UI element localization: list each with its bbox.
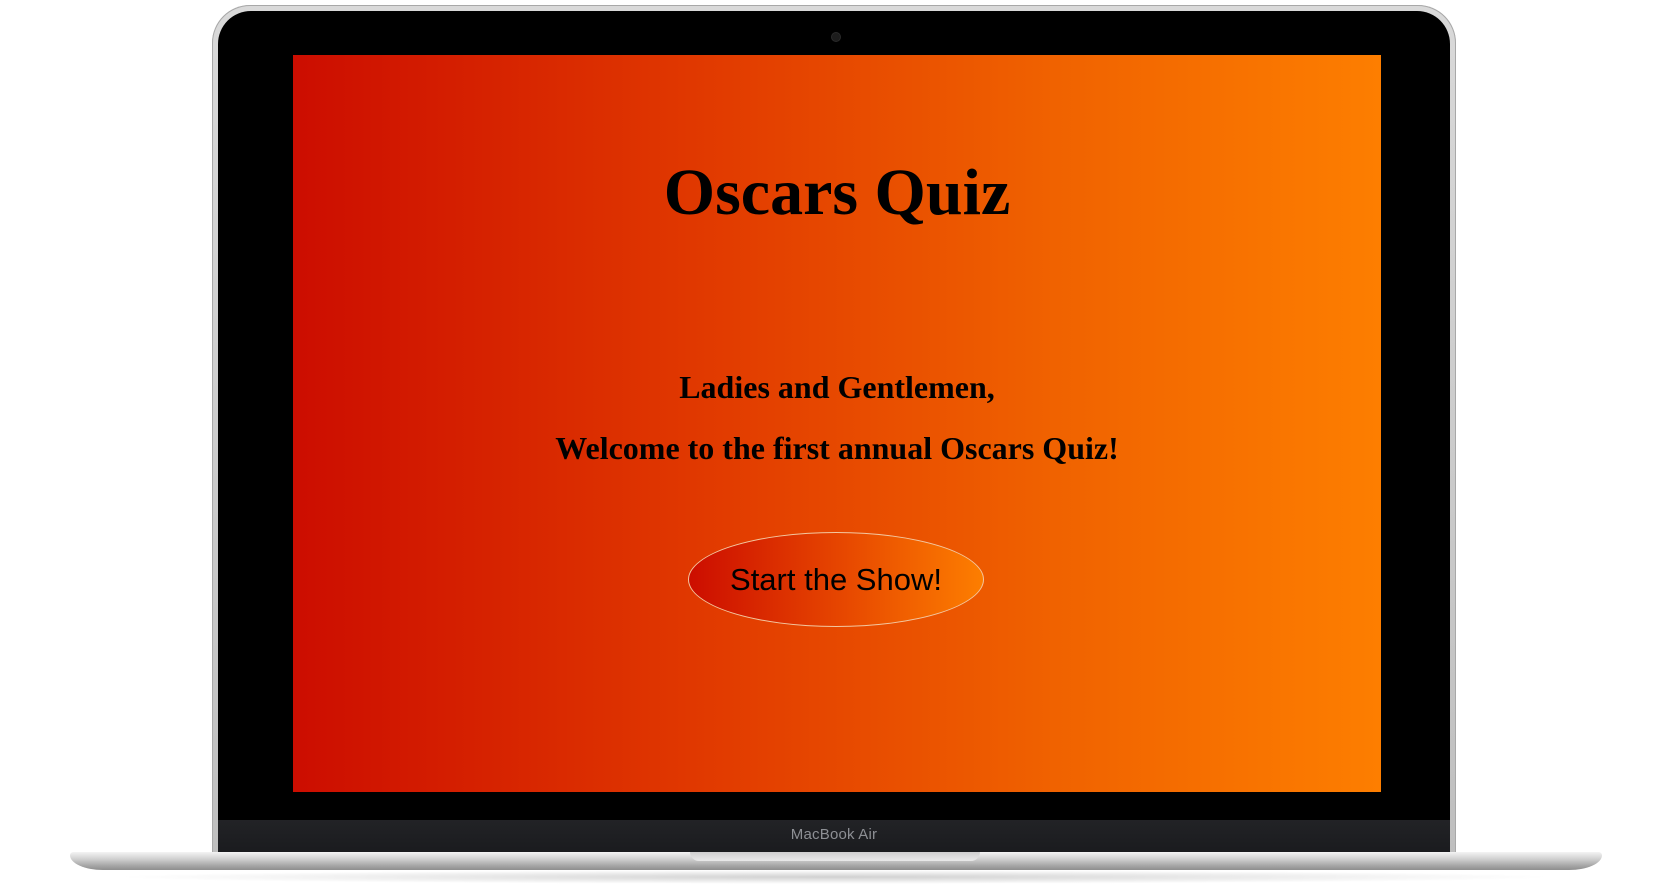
camera-icon	[832, 33, 840, 41]
page-title: Oscars Quiz	[663, 156, 1011, 229]
laptop-mockup: Oscars Quiz Ladies and Gentlemen, Welcom…	[0, 0, 1666, 896]
laptop-notch	[690, 852, 980, 861]
start-show-button[interactable]: Start the Show!	[688, 532, 984, 627]
welcome-text: Welcome to the first annual Oscars Quiz!	[555, 430, 1119, 466]
brand-label: MacBook Air	[790, 826, 878, 843]
quiz-screen: Oscars Quiz Ladies and Gentlemen, Welcom…	[293, 55, 1381, 792]
greeting-text: Ladies and Gentlemen,	[679, 369, 995, 405]
laptop-shadow	[110, 870, 1560, 884]
